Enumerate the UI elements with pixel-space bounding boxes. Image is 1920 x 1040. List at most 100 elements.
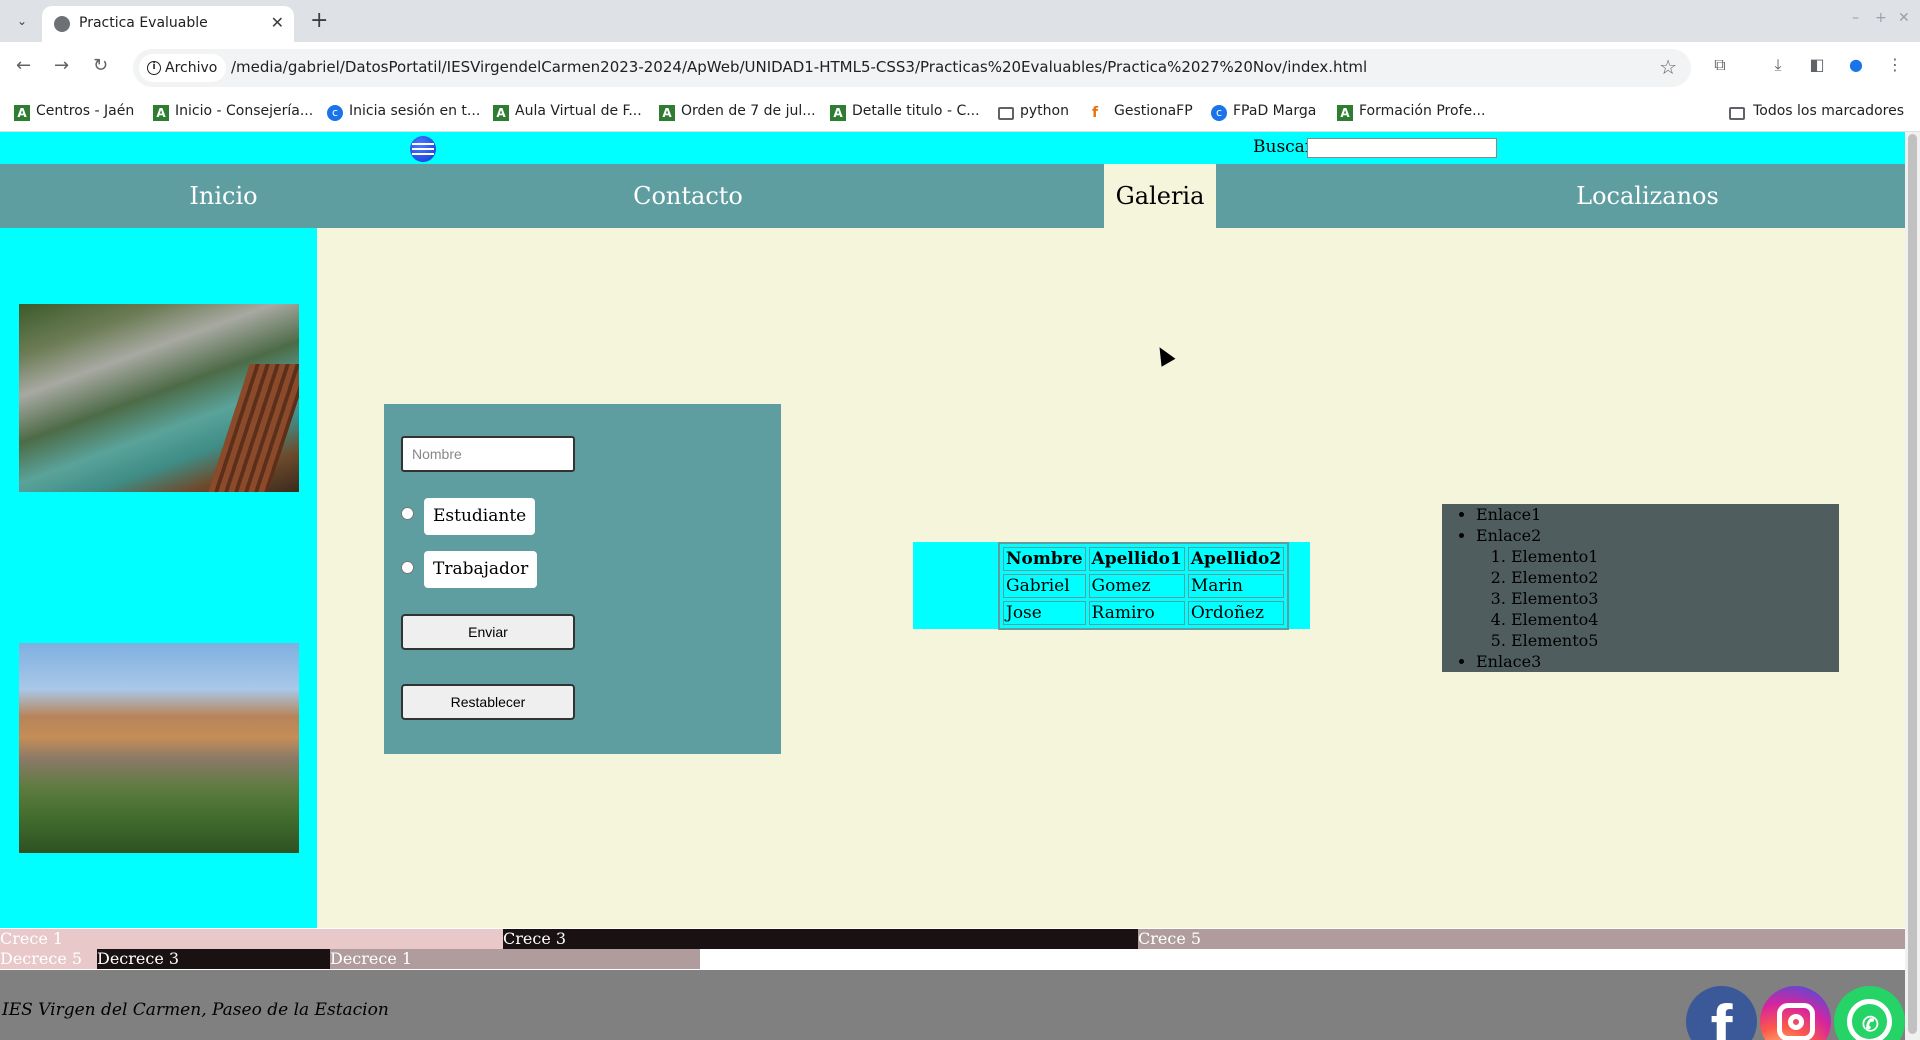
bookmark-junta-icon: A xyxy=(493,105,509,121)
bar-decrece-1: Decrece 1 xyxy=(330,949,700,969)
bookmark-item[interactable]: A Formación Profe... xyxy=(1337,103,1485,123)
list-item: Elemento2 xyxy=(1511,567,1839,588)
site-info-chip[interactable]: i Archivo xyxy=(139,54,227,82)
scrollbar-thumb[interactable] xyxy=(1908,134,1917,1034)
table-cell: Jose xyxy=(1003,601,1086,625)
whatsapp-icon[interactable]: ✆ xyxy=(1834,986,1905,1040)
browser-toolbar: ← → ↻ i Archivo /media/gabriel/DatosPort… xyxy=(0,42,1920,94)
all-bookmarks[interactable]: Todos los marcadores xyxy=(1729,103,1904,120)
bookmark-item[interactable]: c Inicia sesión en t... xyxy=(327,103,480,123)
radio-estudiante[interactable] xyxy=(401,507,414,520)
name-input[interactable]: Nombre xyxy=(401,436,575,472)
menu-item-inicio[interactable]: Inicio xyxy=(160,164,287,228)
bar-decrece-3: Decrece 3 xyxy=(97,949,330,969)
canyon-river-photo xyxy=(19,304,299,492)
tab-close-icon[interactable]: ✕ xyxy=(271,13,284,32)
facebook-icon[interactable]: f xyxy=(1686,986,1757,1040)
footer-address: IES Virgen del Carmen, Paseo de la Estac… xyxy=(2,1000,389,1020)
bookmark-fp-icon: f xyxy=(1092,105,1099,121)
column-header: Nombre xyxy=(1003,547,1086,571)
folder-icon xyxy=(1729,107,1746,120)
maximize-icon[interactable]: + xyxy=(1875,10,1887,26)
side-panel-icon[interactable]: ◧ xyxy=(1806,55,1828,77)
menu-item-localizanos[interactable]: Localizanos xyxy=(1560,164,1735,228)
extensions-icon[interactable]: ⧉ xyxy=(1709,55,1731,77)
bookmark-item[interactable]: A Centros - Jaén xyxy=(14,103,134,123)
radio-label-trabajador[interactable]: Trabajador xyxy=(424,551,538,588)
column-header: Apellido2 xyxy=(1187,547,1285,571)
bookmark-junta-icon: A xyxy=(830,105,846,121)
shrink-bars-row: Decrece 5 Decrece 3 Decrece 1 xyxy=(0,949,1905,969)
bar-crece-1: Crece 1 xyxy=(0,929,503,949)
reload-icon[interactable]: ↻ xyxy=(93,55,108,76)
search-label: Buscar xyxy=(1253,137,1313,157)
profile-icon[interactable]: ● xyxy=(1845,55,1867,77)
menu-item-contacto[interactable]: Contacto xyxy=(620,164,756,228)
bookmark-item[interactable]: A Inicio - Consejería... xyxy=(153,103,313,123)
list-item-enlace2[interactable]: Enlace2 Elemento1 Elemento2 Elemento3 El… xyxy=(1476,525,1839,651)
bar-decrece-5: Decrece 5 xyxy=(0,949,97,969)
info-icon: i xyxy=(147,61,161,75)
radio-trabajador[interactable] xyxy=(401,561,414,574)
elements-list: Elemento1 Elemento2 Elemento3 Elemento4 … xyxy=(1476,546,1839,651)
bookmark-junta-icon: A xyxy=(659,105,675,121)
menu-kebab-icon[interactable]: ⋮ xyxy=(1884,55,1906,77)
table-row: Gabriel Gomez Marin xyxy=(1003,574,1285,598)
menu-item-galeria[interactable]: Galeria xyxy=(1104,164,1216,228)
radio-label-estudiante[interactable]: Estudiante xyxy=(424,498,536,535)
table-container: Nombre Apellido1 Apellido2 Gabriel Gomez… xyxy=(913,542,1310,630)
people-table: Nombre Apellido1 Apellido2 Gabriel Gomez… xyxy=(998,542,1290,630)
list-item: Elemento3 xyxy=(1511,588,1839,609)
bookmark-junta-icon: A xyxy=(1337,105,1353,121)
bar-crece-5: Crece 5 xyxy=(1138,929,1905,949)
minimize-icon[interactable]: – xyxy=(1852,10,1859,26)
list-item: Elemento1 xyxy=(1511,546,1839,567)
tab-search-icon[interactable]: ⌄ xyxy=(12,11,32,31)
wooden-walkway xyxy=(208,364,299,492)
back-icon[interactable]: ← xyxy=(16,55,31,76)
list-item: Elemento5 xyxy=(1511,630,1839,651)
browser-tab[interactable]: Practica Evaluable ✕ xyxy=(42,6,294,42)
url-text[interactable]: /media/gabriel/DatosPortatil/IESVirgende… xyxy=(231,58,1367,76)
download-icon[interactable]: ⤓ xyxy=(1767,55,1789,77)
page-footer: IES Virgen del Carmen, Paseo de la Estac… xyxy=(0,970,1905,1040)
bookmark-globe-icon: c xyxy=(327,105,343,121)
bookmark-item[interactable]: f GestionaFP xyxy=(1092,103,1193,123)
table-row: Jose Ramiro Ordoñez xyxy=(1003,601,1285,625)
bookmark-junta-icon: A xyxy=(14,105,30,121)
list-item-enlace1[interactable]: Enlace1 xyxy=(1476,504,1839,525)
bookmarks-bar: A Centros - Jaén A Inicio - Consejería... … xyxy=(0,94,1920,132)
table-cell: Gabriel xyxy=(1003,574,1086,598)
links-list: Enlace1 Enlace2 Elemento1 Elemento2 Elem… xyxy=(1476,504,1839,672)
table-cell: Ordoñez xyxy=(1187,601,1285,625)
bookmark-item[interactable]: A Orden de 7 de jul... xyxy=(659,103,816,123)
bookmark-junta-icon: A xyxy=(153,105,169,121)
page-header: Buscar xyxy=(0,132,1905,164)
globe-favicon-icon xyxy=(54,16,70,32)
close-window-icon[interactable]: ✕ xyxy=(1898,10,1910,26)
chip-label: Archivo xyxy=(165,60,218,76)
bookmark-star-icon[interactable]: ☆ xyxy=(1659,55,1677,79)
submit-button[interactable]: Enviar xyxy=(401,614,575,650)
table-header-row: Nombre Apellido1 Apellido2 xyxy=(1003,547,1285,571)
grow-bars-row: Crece 1 Crece 3 Crece 5 xyxy=(0,929,1905,949)
address-bar[interactable]: i Archivo /media/gabriel/DatosPortatil/I… xyxy=(133,49,1691,87)
page-scrollbar[interactable] xyxy=(1905,132,1920,1040)
search-input[interactable] xyxy=(1307,138,1497,158)
bookmark-item[interactable]: python xyxy=(998,103,1069,123)
globe-logo-icon xyxy=(410,136,436,162)
page-viewport: Buscar Inicio Contacto Galeria Localizan… xyxy=(0,132,1905,1040)
instagram-icon[interactable] xyxy=(1760,986,1831,1040)
column-header: Apellido1 xyxy=(1088,547,1185,571)
contact-form: Nombre Estudiante Trabajador Enviar Rest… xyxy=(384,404,781,754)
bar-crece-3: Crece 3 xyxy=(503,929,1138,949)
main-content: Nombre Estudiante Trabajador Enviar Rest… xyxy=(317,228,1905,928)
new-tab-icon[interactable]: + xyxy=(310,8,328,33)
bookmark-item[interactable]: c FPaD Marga xyxy=(1211,103,1316,123)
list-item-enlace3[interactable]: Enlace3 xyxy=(1476,651,1839,672)
table-cell: Ramiro xyxy=(1088,601,1185,625)
bookmark-item[interactable]: A Aula Virtual de F... xyxy=(493,103,642,123)
bookmark-item[interactable]: A Detalle titulo - C... xyxy=(830,103,980,123)
reset-button[interactable]: Restablecer xyxy=(401,684,575,720)
forward-icon[interactable]: → xyxy=(54,55,69,76)
